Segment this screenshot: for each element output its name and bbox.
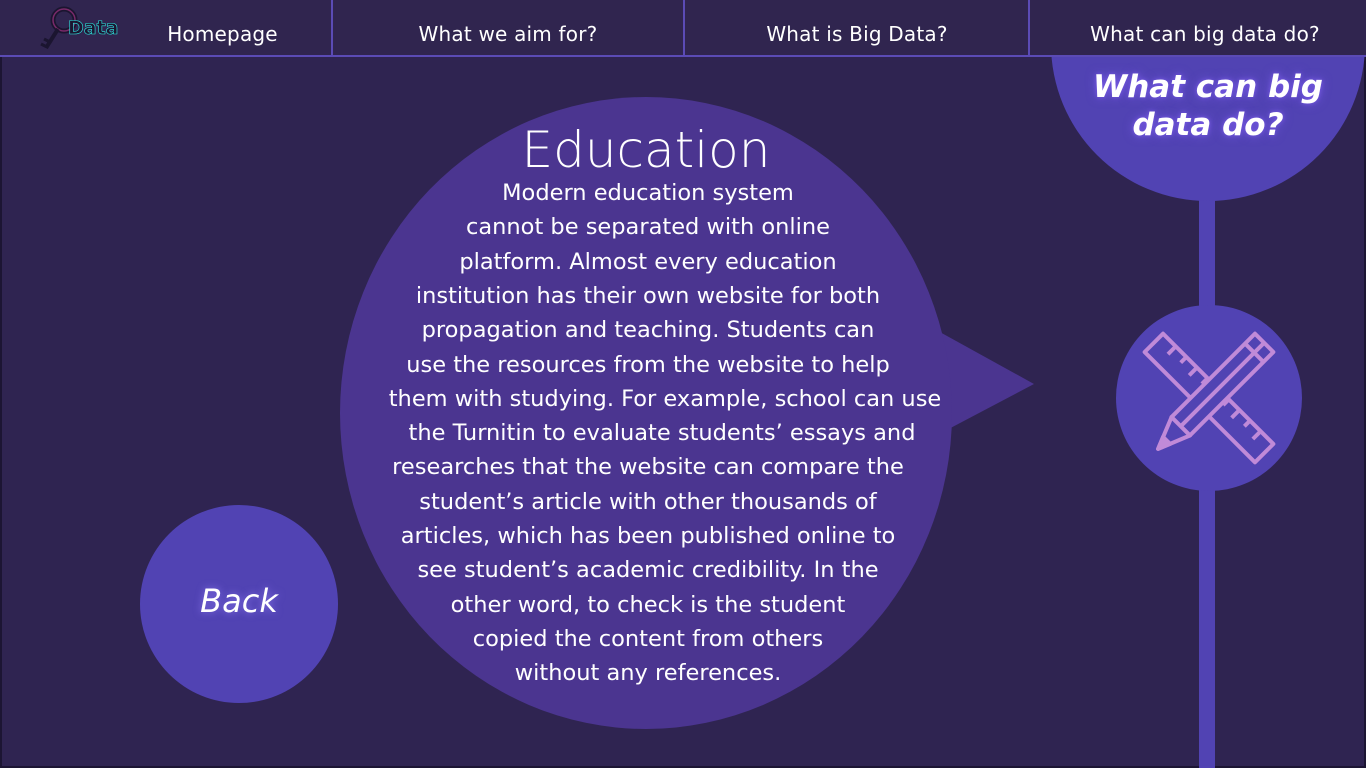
article-line: platform. Almost every education bbox=[459, 248, 837, 275]
article-line: see student’s academic credibility. In t… bbox=[417, 557, 879, 584]
site-logo[interactable]: Data bbox=[38, 4, 128, 54]
section-badge-line-1: What can big bbox=[1093, 69, 1323, 105]
article-line: use the resources from the website to he… bbox=[406, 351, 890, 378]
section-badge-line-2: data do? bbox=[1132, 107, 1284, 143]
article-line: copied the content from others bbox=[472, 625, 824, 652]
article-line: institution has their own website for bo… bbox=[415, 282, 881, 309]
nav-item-what-is-big-data[interactable]: What is Big Data? bbox=[685, 0, 1029, 57]
section-badge-label: What can big data do? bbox=[1060, 68, 1356, 144]
back-button-label: Back bbox=[200, 582, 278, 620]
article-line: articles, which has been published onlin… bbox=[400, 523, 896, 549]
page-canvas: Data Homepage What we aim for? What is B… bbox=[0, 0, 1366, 768]
top-navigation-bar: Data Homepage What we aim for? What is B… bbox=[0, 0, 1366, 57]
nav-item-what-can-big-data-do[interactable]: What can big data do? bbox=[1030, 0, 1366, 57]
article-line: cannot be separated with online bbox=[466, 214, 830, 241]
nav-item-what-we-aim-for[interactable]: What we aim for? bbox=[333, 0, 683, 57]
logo-text: Data bbox=[68, 17, 119, 39]
article-line: them with studying. For example, school … bbox=[388, 385, 942, 412]
article-line: propagation and teaching. Students can bbox=[421, 317, 875, 344]
article-line: student’s article with other thousands o… bbox=[419, 488, 877, 515]
article-title: Education bbox=[521, 121, 771, 179]
article-line: other word, to check is the student bbox=[450, 591, 846, 618]
article-line: the Turnitin to evaluate students’ essay… bbox=[408, 420, 916, 447]
article-line: without any references. bbox=[514, 660, 782, 687]
article-line: Modern education system bbox=[502, 180, 794, 206]
nav-item-homepage[interactable]: Homepage bbox=[130, 0, 315, 57]
back-button[interactable]: Back bbox=[140, 505, 338, 703]
logo-icon: Data bbox=[40, 6, 119, 50]
article-line: researches that the website can compare … bbox=[392, 454, 904, 481]
